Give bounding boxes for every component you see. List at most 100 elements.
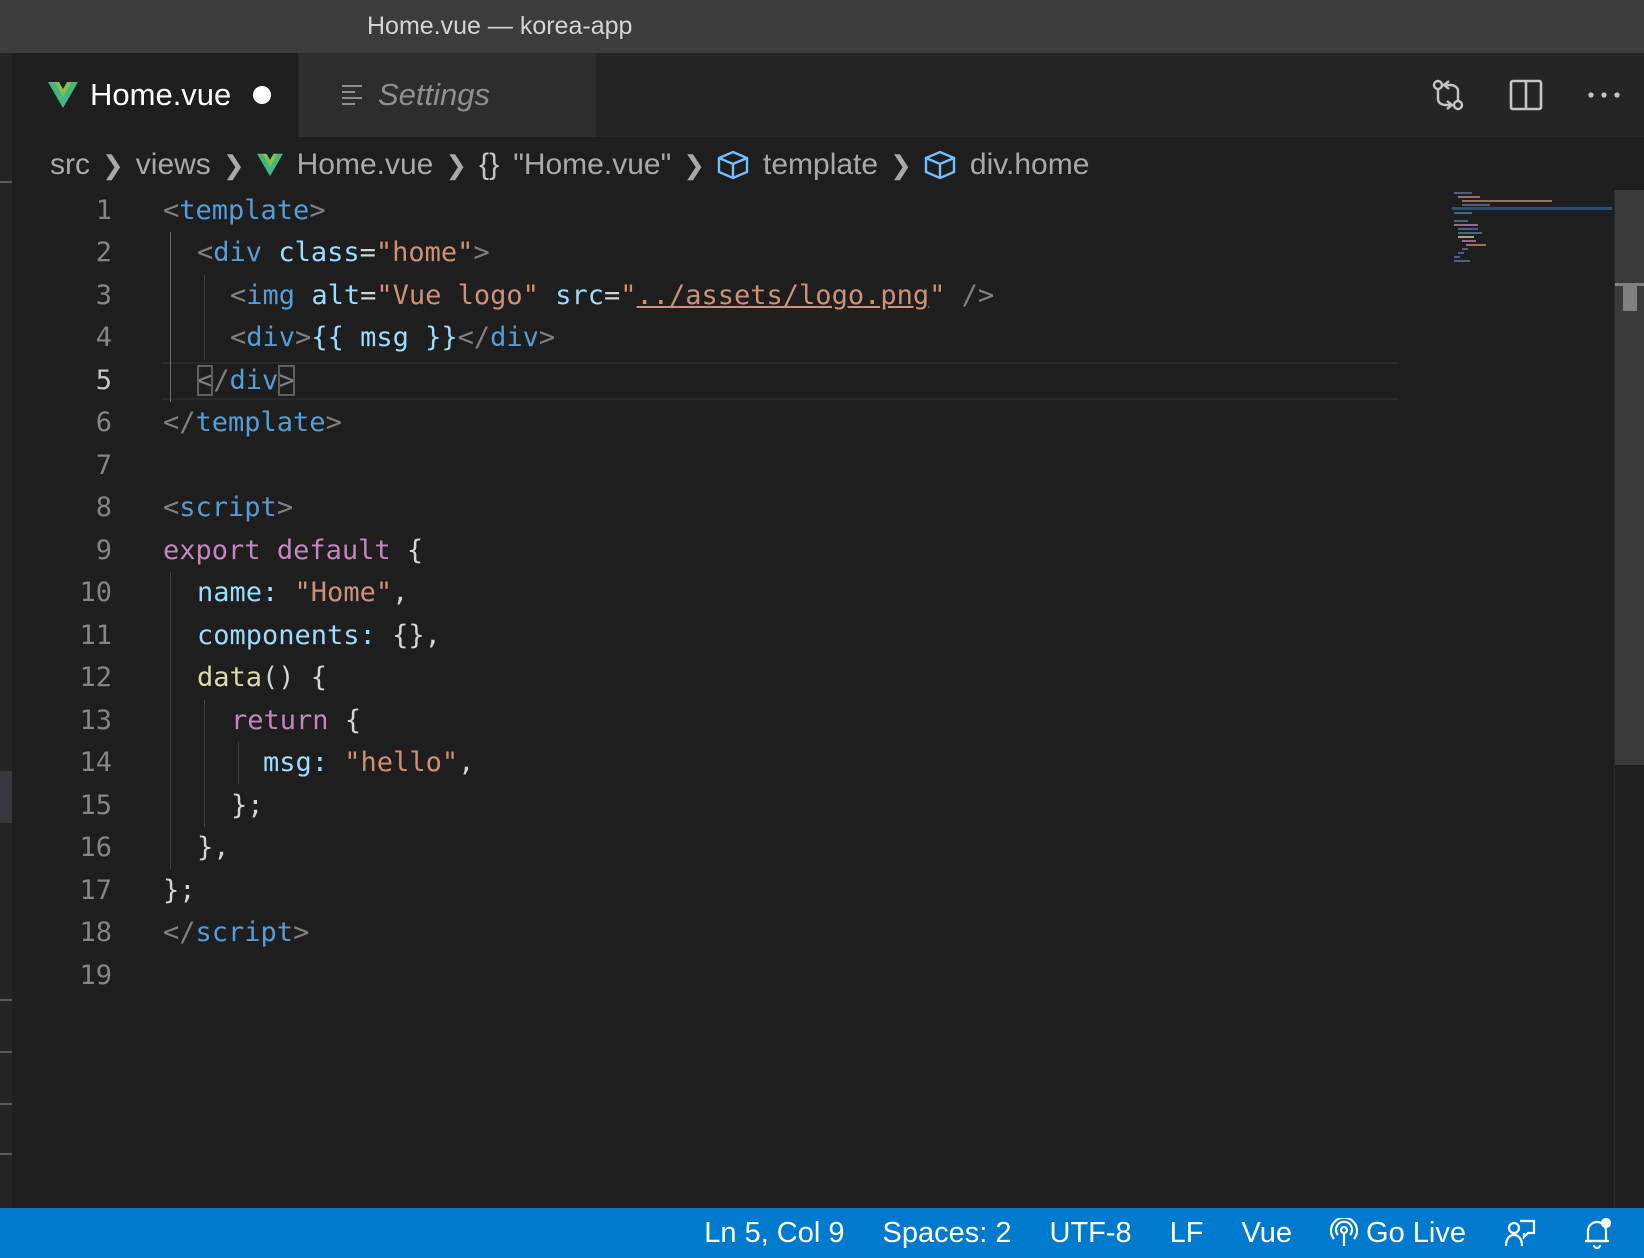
line-number: 11 — [79, 620, 112, 651]
editor-tab-bar: Home.vue Settings — [12, 53, 1644, 137]
minimap-line — [1458, 232, 1482, 234]
code-line[interactable]: <template> — [163, 190, 326, 232]
indent-guide — [170, 572, 171, 869]
code-line[interactable]: export default { — [163, 530, 423, 572]
code-line[interactable]: }; — [231, 785, 264, 827]
minimap-line — [1454, 220, 1468, 222]
code-line[interactable]: msg: "hello", — [263, 742, 474, 784]
minimap-line — [1462, 200, 1552, 202]
status-bar: Ln 5, Col 9 Spaces: 2 UTF-8 LF Vue Go Li… — [0, 1208, 1644, 1258]
line-number: 9 — [95, 535, 112, 566]
more-actions-icon[interactable] — [1584, 75, 1624, 115]
file-link[interactable]: ../assets/logo.png — [637, 280, 930, 311]
breadcrumb-item-template[interactable]: template — [763, 148, 878, 182]
line-number: 3 — [95, 280, 112, 311]
minimap-line — [1462, 248, 1468, 250]
breadcrumb-item-src[interactable]: src — [50, 148, 90, 182]
line-number: 19 — [79, 960, 112, 991]
minimap-line — [1462, 204, 1490, 206]
minimap-line — [1454, 224, 1478, 226]
breadcrumb-item-div-home[interactable]: div.home — [970, 148, 1090, 182]
sidebar-divider — [0, 1153, 12, 1155]
unsaved-dot-icon[interactable] — [253, 86, 272, 104]
minimap-line — [1454, 256, 1460, 258]
code-editor[interactable]: 1 2 3 4 5 6 7 8 9 10 11 12 13 14 15 16 1… — [12, 190, 1612, 1208]
feedback-icon[interactable] — [1504, 1218, 1544, 1248]
sidebar-edge[interactable] — [0, 53, 12, 1208]
status-encoding[interactable]: UTF-8 — [1050, 1217, 1132, 1250]
line-number: 18 — [79, 917, 112, 948]
line-number: 10 — [79, 577, 112, 608]
settings-icon — [342, 85, 362, 105]
split-editor-icon[interactable] — [1506, 75, 1546, 115]
code-line[interactable]: </template> — [163, 402, 342, 444]
status-indentation[interactable]: Spaces: 2 — [883, 1217, 1012, 1250]
indent-guide — [204, 700, 205, 827]
code-line[interactable]: components: {}, — [197, 615, 441, 657]
window-title: Home.vue — korea-app — [367, 12, 633, 40]
vertical-scrollbar[interactable] — [1614, 190, 1644, 1208]
code-line[interactable]: <img alt="Vue logo" src="../assets/logo.… — [230, 275, 994, 317]
code-line[interactable]: <div>{{ msg }}</div> — [230, 317, 555, 359]
current-line-highlight — [162, 362, 1398, 400]
cube-icon — [924, 150, 956, 180]
broadcast-icon — [1330, 1218, 1359, 1246]
title-bar: Home.vue — korea-app — [0, 0, 1644, 53]
vue-icon — [256, 153, 283, 177]
code-line[interactable]: <div class="home"> — [197, 232, 490, 274]
sidebar-divider — [0, 181, 12, 183]
line-number: 1 — [95, 195, 112, 226]
tab-home-vue[interactable]: Home.vue — [12, 53, 298, 137]
breadcrumb: src ❯ views ❯ Home.vue ❯ {} "Home.vue" ❯… — [50, 140, 1089, 190]
scrollbar-cursor-marker — [1623, 283, 1637, 311]
code-line[interactable]: }, — [197, 827, 230, 869]
line-number: 8 — [95, 492, 112, 523]
tab-actions — [1428, 53, 1624, 137]
code-line[interactable]: data() { — [197, 657, 327, 699]
code-line[interactable]: return { — [231, 700, 361, 742]
line-number: 4 — [95, 322, 112, 353]
minimap-line — [1458, 252, 1464, 254]
go-live-button[interactable]: Go Live — [1330, 1217, 1466, 1250]
vue-icon — [48, 82, 78, 108]
status-cursor-position[interactable]: Ln 5, Col 9 — [704, 1217, 844, 1250]
open-changes-icon[interactable] — [1428, 75, 1468, 115]
minimap-line — [1458, 196, 1480, 198]
minimap-line — [1462, 240, 1476, 242]
bracket-match: < — [197, 365, 214, 396]
code-line[interactable]: </script> — [163, 912, 309, 954]
bracket-match: > — [278, 365, 295, 396]
chevron-right-icon: ❯ — [102, 149, 124, 180]
tab-settings[interactable]: Settings — [298, 53, 596, 137]
breadcrumb-item-module[interactable]: "Home.vue" — [513, 148, 671, 182]
line-number: 16 — [79, 832, 112, 863]
line-number: 14 — [79, 747, 112, 778]
scrollbar-thumb[interactable] — [1615, 190, 1644, 765]
code-line[interactable]: name: "Home", — [197, 572, 408, 614]
code-line[interactable]: }; — [163, 870, 196, 912]
line-number: 13 — [79, 705, 112, 736]
cube-icon — [717, 150, 749, 180]
chevron-right-icon: ❯ — [683, 149, 706, 180]
line-number: 7 — [95, 450, 112, 481]
sidebar-divider — [0, 999, 12, 1001]
sidebar-divider — [0, 1051, 12, 1053]
indent-guide — [238, 742, 239, 784]
minimap-line — [1454, 212, 1472, 214]
sidebar-active-item[interactable] — [0, 771, 12, 823]
breadcrumb-item-views[interactable]: views — [136, 148, 211, 182]
chevron-right-icon: ❯ — [222, 149, 245, 180]
bell-icon[interactable] — [1582, 1217, 1620, 1249]
minimap-line — [1458, 228, 1478, 230]
breadcrumb-item-file[interactable]: Home.vue — [297, 148, 434, 182]
line-number-current: 5 — [95, 365, 112, 396]
status-eol[interactable]: LF — [1170, 1217, 1204, 1250]
code-line-current[interactable]: </div> — [197, 360, 295, 402]
code-line[interactable]: <script> — [163, 487, 293, 529]
minimap-line — [1454, 192, 1472, 194]
tab-label: Settings — [378, 77, 491, 112]
line-number: 17 — [79, 875, 112, 906]
status-language[interactable]: Vue — [1242, 1217, 1293, 1250]
sidebar-divider — [0, 1103, 12, 1105]
minimap[interactable] — [1452, 190, 1612, 270]
